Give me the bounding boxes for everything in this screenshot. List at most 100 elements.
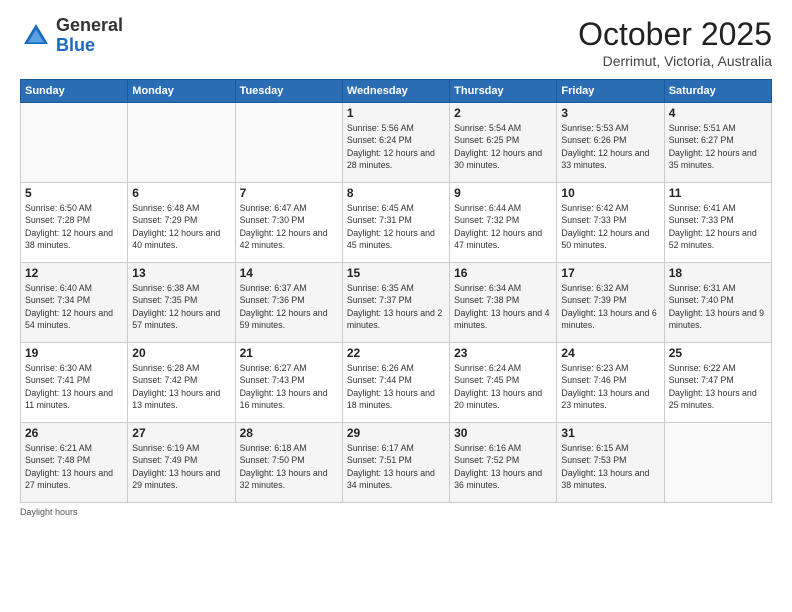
calendar-cell: 3Sunrise: 5:53 AM Sunset: 6:26 PM Daylig… bbox=[557, 103, 664, 183]
day-info: Sunrise: 6:23 AM Sunset: 7:46 PM Dayligh… bbox=[561, 362, 659, 411]
day-info: Sunrise: 6:37 AM Sunset: 7:36 PM Dayligh… bbox=[240, 282, 338, 331]
day-info: Sunrise: 6:27 AM Sunset: 7:43 PM Dayligh… bbox=[240, 362, 338, 411]
calendar-body: 1Sunrise: 5:56 AM Sunset: 6:24 PM Daylig… bbox=[21, 103, 772, 503]
calendar-cell bbox=[235, 103, 342, 183]
day-info: Sunrise: 6:24 AM Sunset: 7:45 PM Dayligh… bbox=[454, 362, 552, 411]
day-number: 30 bbox=[454, 426, 552, 440]
calendar-cell: 28Sunrise: 6:18 AM Sunset: 7:50 PM Dayli… bbox=[235, 423, 342, 503]
day-number: 20 bbox=[132, 346, 230, 360]
day-number: 8 bbox=[347, 186, 445, 200]
day-info: Sunrise: 6:19 AM Sunset: 7:49 PM Dayligh… bbox=[132, 442, 230, 491]
day-info: Sunrise: 6:45 AM Sunset: 7:31 PM Dayligh… bbox=[347, 202, 445, 251]
calendar-cell: 13 Sunrise: 6:38 AM Sunset: 7:35 PM Dayli… bbox=[128, 263, 235, 343]
day-number: 21 bbox=[240, 346, 338, 360]
day-number: 9 bbox=[454, 186, 552, 200]
calendar-cell bbox=[664, 423, 771, 503]
header-day-tuesday: Tuesday bbox=[235, 80, 342, 103]
day-number: 3 bbox=[561, 106, 659, 120]
week-row-4: 26 Sunrise: 6:21 AM Sunset: 7:48 PM Dayli… bbox=[21, 423, 772, 503]
week-row-0: 1Sunrise: 5:56 AM Sunset: 6:24 PM Daylig… bbox=[21, 103, 772, 183]
day-info: Sunrise: 6:21 AM Sunset: 7:48 PM Dayligh… bbox=[25, 442, 123, 491]
calendar-cell: 19Sunrise: 6:30 AM Sunset: 7:41 PM Dayli… bbox=[21, 343, 128, 423]
day-number: 14 bbox=[240, 266, 338, 280]
day-info: Sunrise: 6:50 AM Sunset: 7:28 PM Dayligh… bbox=[25, 202, 123, 251]
day-number: 5 bbox=[25, 186, 123, 200]
day-number: 4 bbox=[669, 106, 767, 120]
calendar-cell: 26 Sunrise: 6:21 AM Sunset: 7:48 PM Dayli… bbox=[21, 423, 128, 503]
header-row: SundayMondayTuesdayWednesdayThursdayFrid… bbox=[21, 80, 772, 103]
calendar-cell bbox=[128, 103, 235, 183]
calendar-cell: 8 Sunrise: 6:45 AM Sunset: 7:31 PM Daylig… bbox=[342, 183, 449, 263]
week-row-3: 19Sunrise: 6:30 AM Sunset: 7:41 PM Dayli… bbox=[21, 343, 772, 423]
calendar-cell: 30 Sunrise: 6:16 AM Sunset: 7:52 PM Dayli… bbox=[450, 423, 557, 503]
calendar-cell: 22 Sunrise: 6:26 AM Sunset: 7:44 PM Dayli… bbox=[342, 343, 449, 423]
location-subtitle: Derrimut, Victoria, Australia bbox=[578, 53, 772, 69]
header: General Blue October 2025 Derrimut, Vict… bbox=[20, 16, 772, 69]
page: General Blue October 2025 Derrimut, Vict… bbox=[0, 0, 792, 612]
calendar-cell: 23 Sunrise: 6:24 AM Sunset: 7:45 PM Dayli… bbox=[450, 343, 557, 423]
day-info: Sunrise: 6:47 AM Sunset: 7:30 PM Dayligh… bbox=[240, 202, 338, 251]
day-info: Sunrise: 6:16 AM Sunset: 7:52 PM Dayligh… bbox=[454, 442, 552, 491]
day-number: 26 bbox=[25, 426, 123, 440]
day-info: Sunrise: 5:51 AM Sunset: 6:27 PM Dayligh… bbox=[669, 122, 767, 171]
header-day-sunday: Sunday bbox=[21, 80, 128, 103]
day-number: 23 bbox=[454, 346, 552, 360]
day-number: 7 bbox=[240, 186, 338, 200]
day-info: Sunrise: 6:38 AM Sunset: 7:35 PM Dayligh… bbox=[132, 282, 230, 331]
day-number: 13 bbox=[132, 266, 230, 280]
day-number: 25 bbox=[669, 346, 767, 360]
calendar-cell: 9Sunrise: 6:44 AM Sunset: 7:32 PM Daylig… bbox=[450, 183, 557, 263]
day-number: 22 bbox=[347, 346, 445, 360]
day-number: 18 bbox=[669, 266, 767, 280]
day-info: Sunrise: 6:15 AM Sunset: 7:53 PM Dayligh… bbox=[561, 442, 659, 491]
calendar-cell: 12 Sunrise: 6:40 AM Sunset: 7:34 PM Dayli… bbox=[21, 263, 128, 343]
calendar-cell: 17 Sunrise: 6:32 AM Sunset: 7:39 PM Dayli… bbox=[557, 263, 664, 343]
calendar-cell: 16Sunrise: 6:34 AM Sunset: 7:38 PM Dayli… bbox=[450, 263, 557, 343]
day-number: 15 bbox=[347, 266, 445, 280]
day-info: Sunrise: 6:30 AM Sunset: 7:41 PM Dayligh… bbox=[25, 362, 123, 411]
day-number: 24 bbox=[561, 346, 659, 360]
day-number: 11 bbox=[669, 186, 767, 200]
day-number: 31 bbox=[561, 426, 659, 440]
calendar-cell: 25Sunrise: 6:22 AM Sunset: 7:47 PM Dayli… bbox=[664, 343, 771, 423]
day-number: 6 bbox=[132, 186, 230, 200]
header-day-wednesday: Wednesday bbox=[342, 80, 449, 103]
calendar-cell: 27Sunrise: 6:19 AM Sunset: 7:49 PM Dayli… bbox=[128, 423, 235, 503]
calendar-cell: 29 Sunrise: 6:17 AM Sunset: 7:51 PM Dayli… bbox=[342, 423, 449, 503]
day-info: Sunrise: 6:41 AM Sunset: 7:33 PM Dayligh… bbox=[669, 202, 767, 251]
day-number: 2 bbox=[454, 106, 552, 120]
footer-note: Daylight hours bbox=[20, 507, 772, 517]
logo-general-text: General bbox=[56, 15, 123, 35]
day-info: Sunrise: 5:56 AM Sunset: 6:24 PM Dayligh… bbox=[347, 122, 445, 171]
day-number: 29 bbox=[347, 426, 445, 440]
day-number: 17 bbox=[561, 266, 659, 280]
calendar-cell: 14 Sunrise: 6:37 AM Sunset: 7:36 PM Dayli… bbox=[235, 263, 342, 343]
calendar-cell: 10Sunrise: 6:42 AM Sunset: 7:33 PM Dayli… bbox=[557, 183, 664, 263]
day-info: Sunrise: 6:32 AM Sunset: 7:39 PM Dayligh… bbox=[561, 282, 659, 331]
calendar-cell bbox=[21, 103, 128, 183]
day-info: Sunrise: 6:17 AM Sunset: 7:51 PM Dayligh… bbox=[347, 442, 445, 491]
header-day-friday: Friday bbox=[557, 80, 664, 103]
calendar-table: SundayMondayTuesdayWednesdayThursdayFrid… bbox=[20, 79, 772, 503]
calendar-cell: 18 Sunrise: 6:31 AM Sunset: 7:40 PM Dayli… bbox=[664, 263, 771, 343]
logo: General Blue bbox=[20, 16, 123, 56]
day-info: Sunrise: 6:48 AM Sunset: 7:29 PM Dayligh… bbox=[132, 202, 230, 251]
calendar-cell: 11 Sunrise: 6:41 AM Sunset: 7:33 PM Dayli… bbox=[664, 183, 771, 263]
day-number: 12 bbox=[25, 266, 123, 280]
calendar-cell: 2 Sunrise: 5:54 AM Sunset: 6:25 PM Daylig… bbox=[450, 103, 557, 183]
logo-text: General Blue bbox=[56, 16, 123, 56]
calendar-cell: 7 Sunrise: 6:47 AM Sunset: 7:30 PM Daylig… bbox=[235, 183, 342, 263]
calendar-cell: 21 Sunrise: 6:27 AM Sunset: 7:43 PM Dayli… bbox=[235, 343, 342, 423]
header-day-saturday: Saturday bbox=[664, 80, 771, 103]
calendar-cell: 31 Sunrise: 6:15 AM Sunset: 7:53 PM Dayli… bbox=[557, 423, 664, 503]
month-title: October 2025 bbox=[578, 16, 772, 53]
week-row-1: 5 Sunrise: 6:50 AM Sunset: 7:28 PM Daylig… bbox=[21, 183, 772, 263]
logo-blue-text: Blue bbox=[56, 35, 95, 55]
day-info: Sunrise: 5:54 AM Sunset: 6:25 PM Dayligh… bbox=[454, 122, 552, 171]
calendar-header: SundayMondayTuesdayWednesdayThursdayFrid… bbox=[21, 80, 772, 103]
day-number: 10 bbox=[561, 186, 659, 200]
day-info: Sunrise: 6:26 AM Sunset: 7:44 PM Dayligh… bbox=[347, 362, 445, 411]
day-info: Sunrise: 6:31 AM Sunset: 7:40 PM Dayligh… bbox=[669, 282, 767, 331]
day-info: Sunrise: 6:40 AM Sunset: 7:34 PM Dayligh… bbox=[25, 282, 123, 331]
title-block: October 2025 Derrimut, Victoria, Austral… bbox=[578, 16, 772, 69]
